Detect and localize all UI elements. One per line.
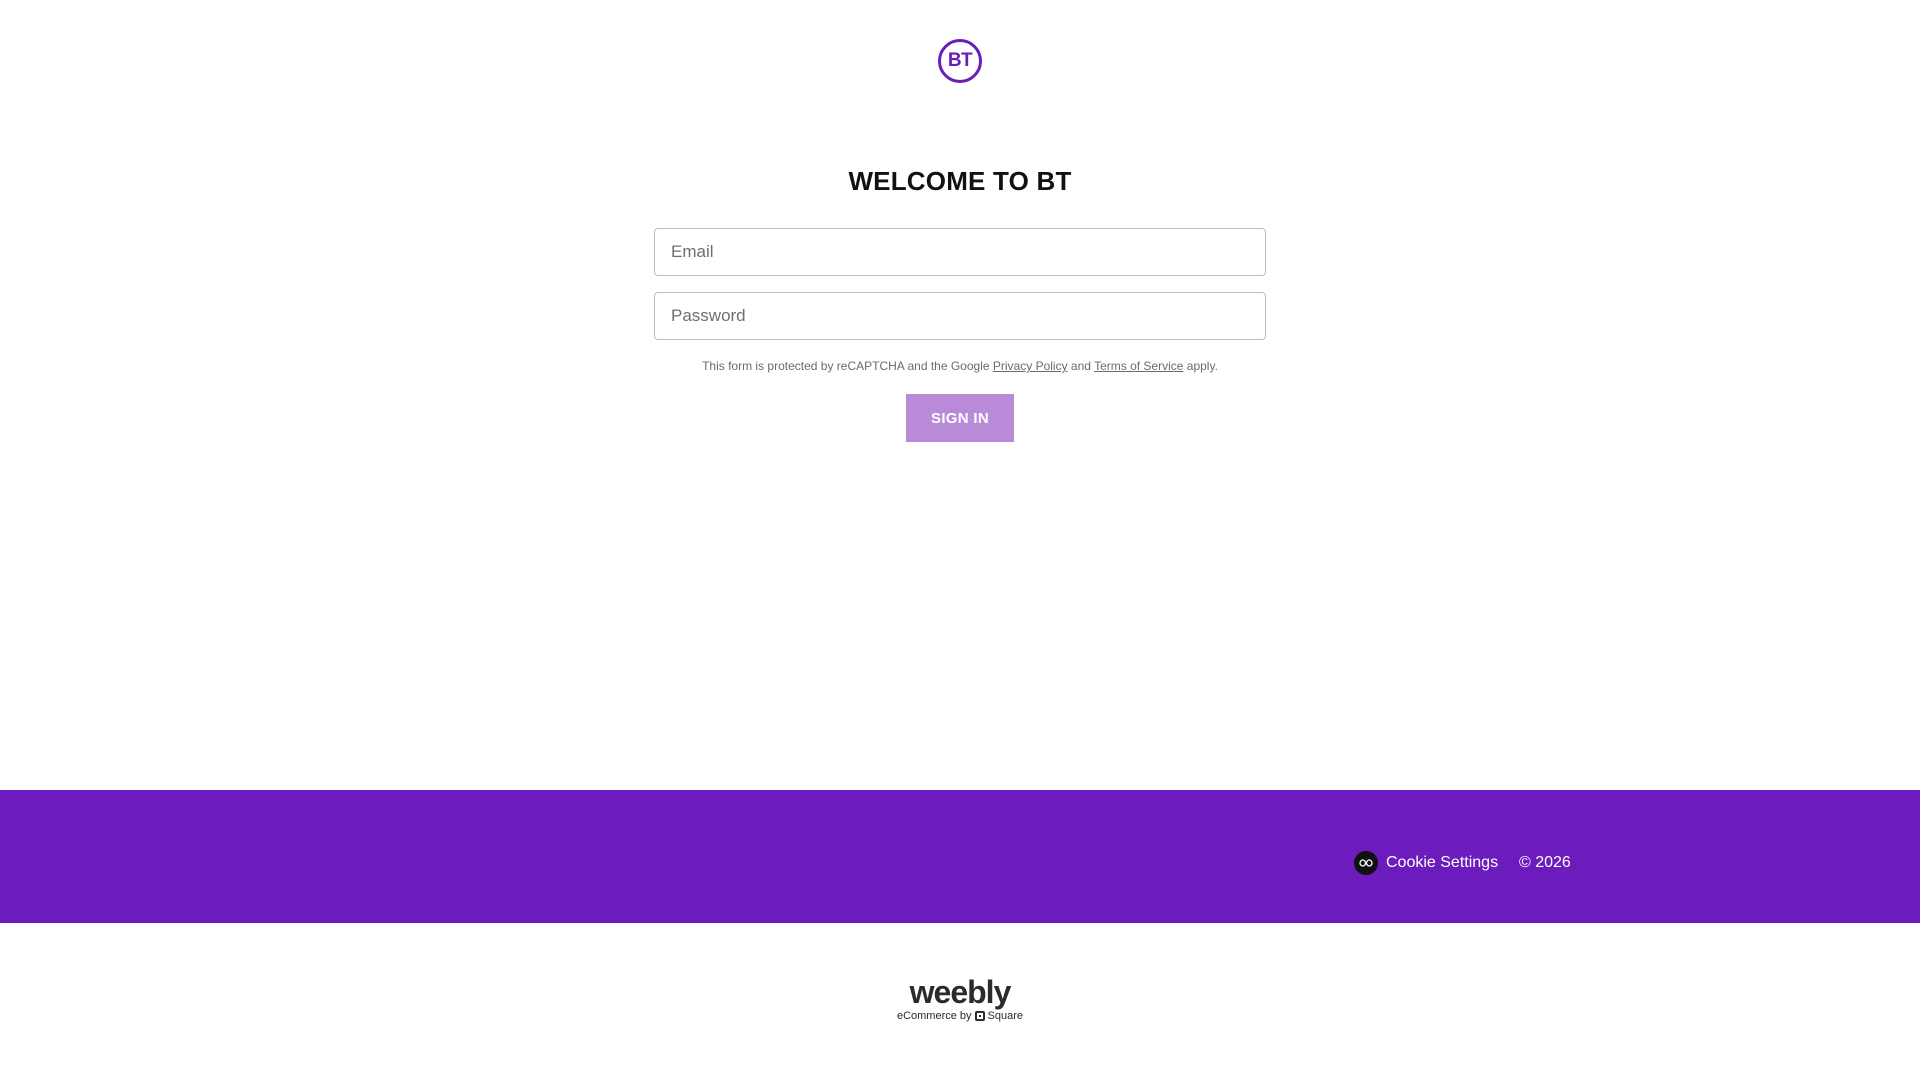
cookie-settings-icon <box>1354 851 1378 875</box>
terms-of-service-link[interactable]: Terms of Service <box>1094 359 1183 373</box>
footer-bar <box>0 790 1920 923</box>
weebly-wordmark: weebly <box>909 974 1012 1010</box>
password-input[interactable] <box>654 292 1266 340</box>
email-input[interactable] <box>654 228 1266 276</box>
logo-container: BT <box>0 39 1920 83</box>
tagline-brand: Square <box>987 1010 1024 1022</box>
sign-in-button[interactable]: SIGN IN <box>906 394 1014 442</box>
recaptcha-notice: This form is protected by reCAPTCHA and … <box>0 359 1920 373</box>
cookie-settings-label: Cookie Settings <box>1386 854 1499 871</box>
recaptcha-and: and <box>1070 359 1091 373</box>
weebly-tagline: eCommerce by Square <box>0 1010 1920 1022</box>
bt-logo-text: BT <box>947 50 973 71</box>
cookie-settings-button[interactable]: Cookie Settings <box>1354 851 1498 875</box>
privacy-policy-link[interactable]: Privacy Policy <box>993 359 1068 373</box>
tagline-prefix: eCommerce by <box>896 1010 972 1022</box>
recaptcha-prefix: This form is protected by reCAPTCHA and … <box>702 359 990 373</box>
bt-logo[interactable]: BT <box>938 39 982 83</box>
weebly-badge[interactable]: weebly eCommerce by Square <box>0 976 1920 1022</box>
page-title: WELCOME TO BT <box>848 166 1072 196</box>
square-logo-icon <box>974 1011 985 1021</box>
recaptcha-suffix: apply. <box>1186 359 1218 373</box>
copyright-text: © 2026 <box>1519 854 1571 871</box>
